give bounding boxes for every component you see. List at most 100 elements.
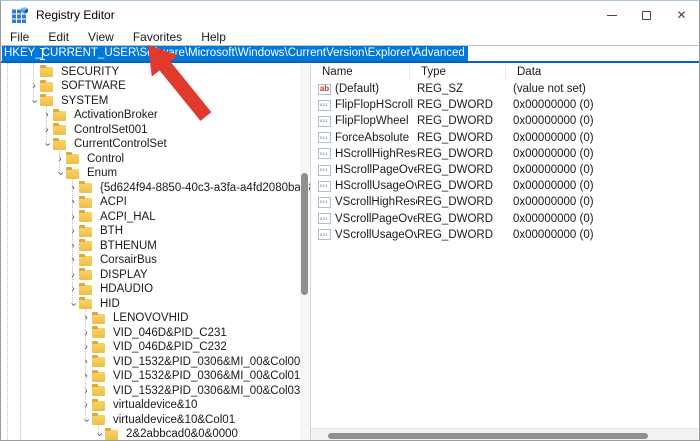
value-row[interactable]: VScrollUsageOve... REG_DWORD 0x00000000 … — [311, 227, 699, 243]
chevron-icon[interactable] — [54, 168, 66, 179]
chevron-icon[interactable] — [80, 313, 92, 324]
menu-item[interactable]: Edit — [48, 30, 69, 44]
tree-item[interactable]: Control — [1, 152, 310, 167]
tree-item[interactable]: virtualdevice&10&Col01 — [1, 413, 310, 428]
chevron-icon[interactable] — [80, 342, 92, 353]
tree-item[interactable]: VID_1532&PID_0306&MI_00&Col00 — [1, 355, 310, 370]
address-bar-selected-text: HKEY_CURRENT_USER\Software\Microsoft\Win… — [2, 46, 468, 61]
tree-item[interactable]: VID_046D&PID_C231 — [1, 326, 310, 341]
tree-item[interactable]: CurrentControlSet — [1, 137, 310, 153]
tree-item[interactable]: CorsairBus — [1, 253, 310, 269]
tree-item[interactable]: VID_046D&PID_C232 — [1, 340, 310, 356]
value-row[interactable]: FlipFlopHScroll REG_DWORD 0x00000000 (0) — [311, 97, 699, 113]
chevron-icon[interactable] — [80, 386, 92, 397]
menu-item[interactable]: View — [88, 30, 114, 44]
address-bar[interactable]: HKEY_CURRENT_USER\Software\Microsoft\Win… — [1, 45, 699, 63]
chevron-icon[interactable] — [28, 96, 40, 107]
value-type: REG_SZ — [417, 83, 464, 96]
value-row[interactable]: (Default) REG_SZ (value not set) — [311, 81, 699, 97]
tree-item[interactable]: 2&2abbcad0&0&0000 — [1, 427, 310, 440]
value-row[interactable]: HScrollUsageOv... REG_DWORD 0x00000000 (… — [311, 178, 699, 194]
column-header[interactable]: Type — [410, 63, 506, 81]
tree-item[interactable]: DISPLAY — [1, 268, 310, 283]
tree-item[interactable]: VID_1532&PID_0306&MI_00&Col03 — [1, 384, 310, 399]
chevron-icon[interactable] — [54, 154, 66, 165]
value-row[interactable]: FlipFlopWheel REG_DWORD 0x00000000 (0) — [311, 113, 699, 129]
tree-item[interactable]: virtualdevice&10 — [1, 398, 310, 414]
tree-item[interactable]: HID — [1, 297, 310, 312]
chevron-icon[interactable] — [41, 110, 53, 121]
value-name: VScrollUsageOve... — [335, 228, 417, 241]
close-button[interactable]: ✕ — [664, 1, 699, 29]
chevron-icon[interactable] — [67, 241, 79, 252]
value-type-icon — [318, 180, 331, 192]
tree-item[interactable]: BTHENUM — [1, 239, 310, 254]
column-header[interactable]: Name — [311, 63, 410, 81]
tree-item-label: DISPLAY — [100, 268, 148, 281]
menu-item[interactable]: File — [10, 30, 29, 44]
tree-item[interactable]: ControlSet001 — [1, 123, 310, 138]
tree-item[interactable]: {5d624f94-8850-40c3-a3fa-a4fd2080baf3} — [1, 181, 310, 196]
tree-item-label: CorsairBus — [100, 254, 157, 267]
value-row[interactable]: ForceAbsolute REG_DWORD 0x00000000 (0) — [311, 130, 699, 146]
tree-item-label: VID_046D&PID_C232 — [113, 341, 227, 354]
values-horizontal-scrollbar[interactable] — [311, 428, 699, 440]
values-column-header: Name Type Data — [311, 63, 699, 81]
tree-guide-line — [85, 306, 86, 420]
values-scrollbar-thumb[interactable] — [328, 433, 648, 439]
chevron-icon[interactable] — [67, 226, 79, 237]
tree-guide-line — [7, 63, 8, 440]
tree-item[interactable]: BTH — [1, 224, 310, 240]
value-name: HScrollUsageOv... — [335, 180, 417, 193]
tree-item[interactable]: VID_1532&PID_0306&MI_00&Col01 — [1, 369, 310, 385]
chevron-icon[interactable] — [67, 183, 79, 194]
maximize-button[interactable] — [629, 1, 664, 29]
chevron-icon[interactable] — [93, 429, 105, 440]
chevron-icon[interactable] — [67, 270, 79, 281]
column-header[interactable]: Data — [506, 63, 699, 81]
chevron-icon[interactable] — [80, 371, 92, 382]
tree-item[interactable]: ACPI_HAL — [1, 210, 310, 225]
tree-item-label: {5d624f94-8850-40c3-a3fa-a4fd2080baf3} — [100, 181, 311, 194]
chevron-icon[interactable] — [67, 212, 79, 223]
chevron-icon[interactable] — [41, 139, 53, 150]
folder-icon — [53, 108, 66, 121]
menu-item[interactable]: Favorites — [133, 30, 182, 44]
close-icon: ✕ — [676, 8, 687, 22]
tree-item[interactable]: ActivationBroker — [1, 108, 310, 124]
chevron-icon[interactable] — [41, 125, 53, 136]
tree-item-label: Control — [87, 152, 125, 165]
chevron-icon[interactable] — [67, 197, 79, 208]
tree-item-label: ActivationBroker — [74, 109, 158, 122]
chevron-icon[interactable] — [80, 400, 92, 411]
menu-item[interactable]: Help — [201, 30, 226, 44]
tree-vertical-scrollbar[interactable] — [300, 63, 309, 440]
tree-item[interactable]: Enum — [1, 166, 310, 182]
tree-item-label: ACPI — [100, 196, 127, 209]
chevron-icon[interactable] — [28, 81, 40, 92]
title-bar: Registry Editor ✕ — [1, 1, 699, 29]
chevron-icon[interactable] — [67, 284, 79, 295]
folder-icon — [40, 65, 53, 78]
value-row[interactable]: HScrollHighReso... REG_DWORD 0x00000000 … — [311, 146, 699, 162]
chevron-icon[interactable] — [80, 415, 92, 426]
tree-item[interactable]: LENOVOVHID — [1, 311, 310, 327]
chevron-icon[interactable] — [67, 299, 79, 310]
registry-values-pane: Name Type Data (Default) REG_SZ (value n… — [311, 63, 699, 440]
value-row[interactable]: HScrollPageOver... REG_DWORD 0x00000000 … — [311, 162, 699, 178]
tree-item[interactable]: SYSTEM — [1, 94, 310, 109]
minimize-button[interactable] — [594, 1, 629, 29]
tree-item[interactable]: SOFTWARE — [1, 79, 310, 95]
value-name: HScrollPageOver... — [335, 164, 417, 177]
chevron-icon[interactable] — [80, 328, 92, 339]
tree-item[interactable]: ACPI — [1, 195, 310, 211]
tree-item[interactable]: SECURITY — [1, 65, 310, 80]
value-data: 0x00000000 (0) — [513, 147, 594, 160]
tree-scrollbar-thumb[interactable] — [301, 173, 308, 295]
value-row[interactable]: VScrollPageOver... REG_DWORD 0x00000000 … — [311, 211, 699, 227]
tree-item[interactable]: HDAUDIO — [1, 282, 310, 298]
value-row[interactable]: VScrollHighReso... REG_DWORD 0x00000000 … — [311, 194, 699, 210]
folder-icon — [92, 369, 105, 382]
chevron-icon[interactable] — [67, 255, 79, 266]
chevron-icon[interactable] — [80, 357, 92, 368]
